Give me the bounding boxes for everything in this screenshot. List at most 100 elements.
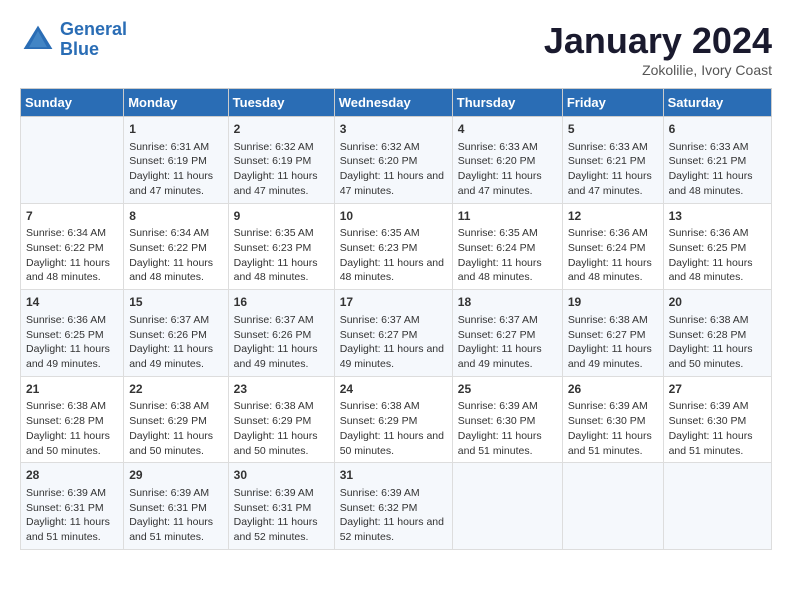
cell-content: Sunrise: 6:38 AM Sunset: 6:27 PM Dayligh… (568, 313, 658, 372)
calendar-cell: 7Sunrise: 6:34 AM Sunset: 6:22 PM Daylig… (21, 203, 124, 290)
day-number: 27 (669, 381, 766, 398)
calendar-cell: 24Sunrise: 6:38 AM Sunset: 6:29 PM Dayli… (334, 376, 452, 463)
calendar-cell: 11Sunrise: 6:35 AM Sunset: 6:24 PM Dayli… (452, 203, 562, 290)
day-number: 15 (129, 294, 222, 311)
cell-content: Sunrise: 6:34 AM Sunset: 6:22 PM Dayligh… (26, 226, 118, 285)
calendar-cell: 6 Sunrise: 6:33 AM Sunset: 6:21 PM Daylig… (663, 117, 771, 204)
calendar-cell: 30 Sunrise: 6:39 AM Sunset: 6:31 PM Dayli… (228, 463, 334, 550)
day-number: 23 (234, 381, 329, 398)
day-number: 4 (458, 121, 557, 138)
calendar-cell: 20 Sunrise: 6:38 AM Sunset: 6:28 PM Dayli… (663, 290, 771, 377)
day-number: 10 (340, 208, 447, 225)
cell-content: Sunrise: 6:35 AM Sunset: 6:24 PM Dayligh… (458, 226, 557, 285)
day-number: 28 (26, 467, 118, 484)
day-number: 1 (129, 121, 222, 138)
calendar-cell (21, 117, 124, 204)
day-number: 18 (458, 294, 557, 311)
col-sunday: Sunday (21, 89, 124, 117)
calendar-cell: 9Sunrise: 6:35 AM Sunset: 6:23 PM Daylig… (228, 203, 334, 290)
day-number: 16 (234, 294, 329, 311)
cell-content: Sunrise: 6:33 AM Sunset: 6:21 PM Dayligh… (669, 140, 766, 199)
calendar-cell: 5 Sunrise: 6:33 AM Sunset: 6:21 PM Daylig… (562, 117, 663, 204)
cell-content: Sunrise: 6:39 AM Sunset: 6:30 PM Dayligh… (669, 399, 766, 458)
calendar-cell: 17Sunrise: 6:37 AM Sunset: 6:27 PM Dayli… (334, 290, 452, 377)
cell-content: Sunrise: 6:32 AM Sunset: 6:20 PM Dayligh… (340, 140, 447, 199)
cell-content: Sunrise: 6:38 AM Sunset: 6:29 PM Dayligh… (340, 399, 447, 458)
day-number: 21 (26, 381, 118, 398)
day-number: 25 (458, 381, 557, 398)
logo-icon (20, 22, 56, 58)
logo-text: General Blue (60, 20, 127, 60)
cell-content: Sunrise: 6:38 AM Sunset: 6:29 PM Dayligh… (234, 399, 329, 458)
cell-content: Sunrise: 6:31 AM Sunset: 6:19 PM Dayligh… (129, 140, 222, 199)
calendar-cell: 31Sunrise: 6:39 AM Sunset: 6:32 PM Dayli… (334, 463, 452, 550)
calendar-week-row: 28 Sunrise: 6:39 AM Sunset: 6:31 PM Dayli… (21, 463, 772, 550)
day-number: 2 (234, 121, 329, 138)
cell-content: Sunrise: 6:37 AM Sunset: 6:27 PM Dayligh… (458, 313, 557, 372)
col-wednesday: Wednesday (334, 89, 452, 117)
day-number: 5 (568, 121, 658, 138)
col-thursday: Thursday (452, 89, 562, 117)
calendar-week-row: 14Sunrise: 6:36 AM Sunset: 6:25 PM Dayli… (21, 290, 772, 377)
cell-content: Sunrise: 6:32 AM Sunset: 6:19 PM Dayligh… (234, 140, 329, 199)
col-tuesday: Tuesday (228, 89, 334, 117)
calendar-cell: 3 Sunrise: 6:32 AM Sunset: 6:20 PM Daylig… (334, 117, 452, 204)
calendar-week-row: 7Sunrise: 6:34 AM Sunset: 6:22 PM Daylig… (21, 203, 772, 290)
cell-content: Sunrise: 6:36 AM Sunset: 6:25 PM Dayligh… (669, 226, 766, 285)
calendar-cell (562, 463, 663, 550)
calendar-cell: 23Sunrise: 6:38 AM Sunset: 6:29 PM Dayli… (228, 376, 334, 463)
day-number: 12 (568, 208, 658, 225)
logo-blue: Blue (60, 39, 99, 59)
calendar-cell: 14Sunrise: 6:36 AM Sunset: 6:25 PM Dayli… (21, 290, 124, 377)
col-friday: Friday (562, 89, 663, 117)
calendar-cell: 2 Sunrise: 6:32 AM Sunset: 6:19 PM Daylig… (228, 117, 334, 204)
day-number: 24 (340, 381, 447, 398)
calendar-cell: 13Sunrise: 6:36 AM Sunset: 6:25 PM Dayli… (663, 203, 771, 290)
calendar-cell: 29 Sunrise: 6:39 AM Sunset: 6:31 PM Dayli… (124, 463, 228, 550)
location-subtitle: Zokolilie, Ivory Coast (544, 62, 772, 78)
col-saturday: Saturday (663, 89, 771, 117)
cell-content: Sunrise: 6:35 AM Sunset: 6:23 PM Dayligh… (234, 226, 329, 285)
day-number: 7 (26, 208, 118, 225)
day-number: 20 (669, 294, 766, 311)
day-number: 30 (234, 467, 329, 484)
day-number: 3 (340, 121, 447, 138)
calendar-header: Sunday Monday Tuesday Wednesday Thursday… (21, 89, 772, 117)
calendar-body: 1 Sunrise: 6:31 AM Sunset: 6:19 PM Daylig… (21, 117, 772, 550)
calendar-cell: 4 Sunrise: 6:33 AM Sunset: 6:20 PM Daylig… (452, 117, 562, 204)
day-number: 14 (26, 294, 118, 311)
cell-content: Sunrise: 6:38 AM Sunset: 6:28 PM Dayligh… (669, 313, 766, 372)
calendar-cell (452, 463, 562, 550)
month-title: January 2024 (544, 20, 772, 62)
cell-content: Sunrise: 6:36 AM Sunset: 6:24 PM Dayligh… (568, 226, 658, 285)
calendar-cell: 10Sunrise: 6:35 AM Sunset: 6:23 PM Dayli… (334, 203, 452, 290)
calendar-cell: 27Sunrise: 6:39 AM Sunset: 6:30 PM Dayli… (663, 376, 771, 463)
cell-content: Sunrise: 6:37 AM Sunset: 6:26 PM Dayligh… (234, 313, 329, 372)
cell-content: Sunrise: 6:34 AM Sunset: 6:22 PM Dayligh… (129, 226, 222, 285)
day-number: 26 (568, 381, 658, 398)
calendar-cell: 8Sunrise: 6:34 AM Sunset: 6:22 PM Daylig… (124, 203, 228, 290)
cell-content: Sunrise: 6:35 AM Sunset: 6:23 PM Dayligh… (340, 226, 447, 285)
cell-content: Sunrise: 6:39 AM Sunset: 6:30 PM Dayligh… (568, 399, 658, 458)
calendar-cell: 22Sunrise: 6:38 AM Sunset: 6:29 PM Dayli… (124, 376, 228, 463)
cell-content: Sunrise: 6:33 AM Sunset: 6:21 PM Dayligh… (568, 140, 658, 199)
calendar-cell: 19Sunrise: 6:38 AM Sunset: 6:27 PM Dayli… (562, 290, 663, 377)
calendar-week-row: 21Sunrise: 6:38 AM Sunset: 6:28 PM Dayli… (21, 376, 772, 463)
calendar-cell: 21Sunrise: 6:38 AM Sunset: 6:28 PM Dayli… (21, 376, 124, 463)
day-number: 31 (340, 467, 447, 484)
day-number: 6 (669, 121, 766, 138)
calendar-cell: 25Sunrise: 6:39 AM Sunset: 6:30 PM Dayli… (452, 376, 562, 463)
day-number: 13 (669, 208, 766, 225)
day-number: 17 (340, 294, 447, 311)
cell-content: Sunrise: 6:39 AM Sunset: 6:31 PM Dayligh… (129, 486, 222, 545)
day-number: 29 (129, 467, 222, 484)
cell-content: Sunrise: 6:39 AM Sunset: 6:31 PM Dayligh… (234, 486, 329, 545)
title-block: January 2024 Zokolilie, Ivory Coast (544, 20, 772, 78)
calendar-cell: 18 Sunrise: 6:37 AM Sunset: 6:27 PM Dayli… (452, 290, 562, 377)
calendar-cell: 12Sunrise: 6:36 AM Sunset: 6:24 PM Dayli… (562, 203, 663, 290)
day-number: 9 (234, 208, 329, 225)
cell-content: Sunrise: 6:33 AM Sunset: 6:20 PM Dayligh… (458, 140, 557, 199)
day-number: 22 (129, 381, 222, 398)
calendar-cell: 28Sunrise: 6:39 AM Sunset: 6:31 PM Dayli… (21, 463, 124, 550)
calendar-cell (663, 463, 771, 550)
